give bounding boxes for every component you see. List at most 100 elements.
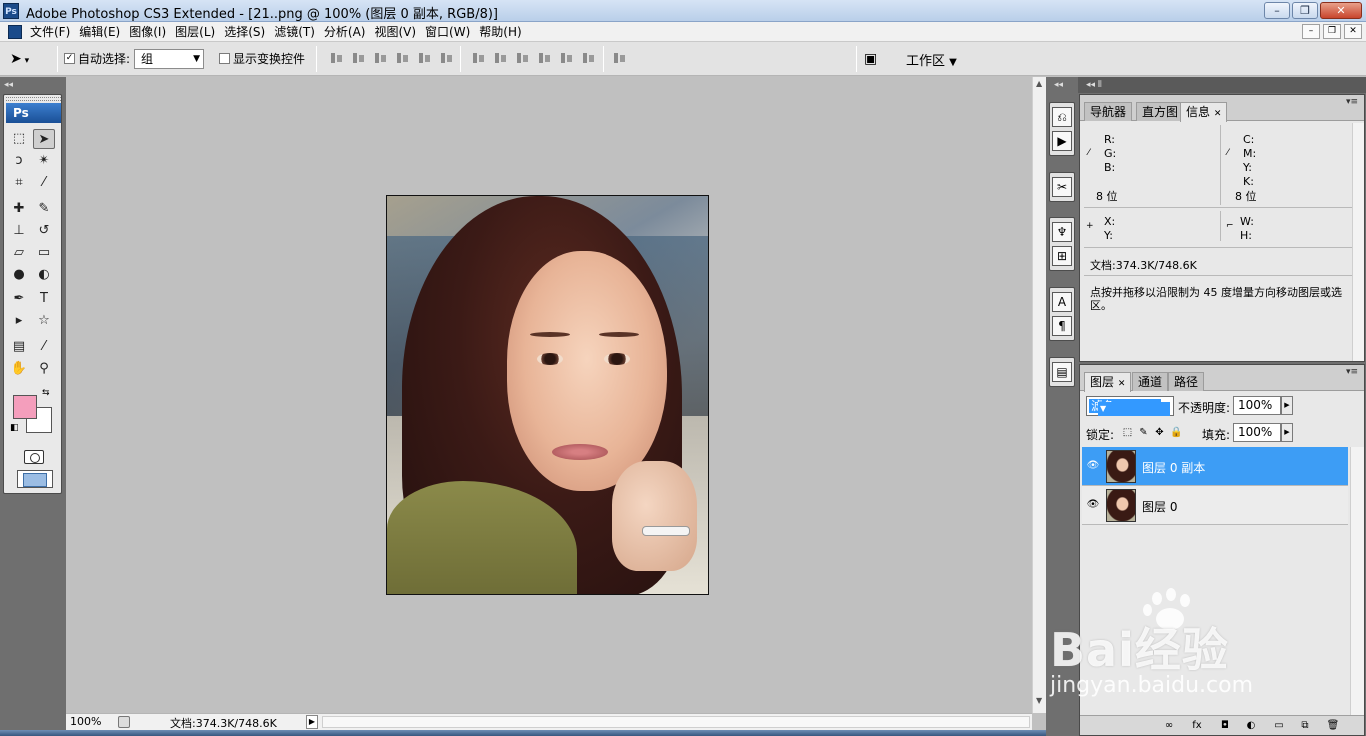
toolbox-grip[interactable] (6, 97, 61, 101)
document-minimize-button[interactable]: – (1302, 24, 1320, 39)
menu-item[interactable]: 文件(F) (30, 24, 79, 40)
opacity-slider-arrow-icon[interactable]: ▶ (1281, 396, 1293, 415)
slice-tool-icon[interactable]: ⁄ (33, 173, 55, 193)
blend-mode-dropdown[interactable]: 滤色 ▼ (1086, 396, 1174, 416)
shape-tool-icon[interactable]: ☆ (33, 311, 55, 331)
canvas-horizontal-scrollbar[interactable] (322, 716, 1030, 728)
document-system-menu-icon[interactable] (8, 25, 22, 39)
distribute-right-icon[interactable] (582, 51, 596, 65)
align-top-icon[interactable] (330, 51, 344, 65)
lock-all-icon[interactable]: 🔒 (1170, 427, 1182, 438)
menu-item[interactable]: 滤镜(T) (274, 24, 324, 40)
layer-name[interactable]: 图层 0 (1142, 498, 1177, 515)
notes-tool-icon[interactable]: ▤ (8, 337, 30, 357)
tab-layers[interactable]: 图层 ✕ (1084, 372, 1132, 392)
eyedropper-icon[interactable]: ⁄ (1088, 148, 1098, 158)
new-group-icon[interactable]: ▭ (1272, 719, 1286, 732)
collapse-icon[interactable]: ◂◂ (4, 80, 13, 90)
tab-channels[interactable]: 通道 (1132, 372, 1169, 391)
minimize-button[interactable]: – (1264, 2, 1290, 19)
align-horizontal-center-icon[interactable] (418, 51, 432, 65)
panel-menu-icon[interactable]: ▾≡ (1346, 367, 1358, 377)
lock-transparent-pixels-icon[interactable]: ⬚ (1122, 427, 1133, 438)
distribute-horizontal-center-icon[interactable] (560, 51, 574, 65)
clone-source-panel-icon[interactable]: ⊞ (1052, 246, 1072, 266)
character-panel-icon[interactable]: A (1052, 292, 1072, 312)
document-restore-button[interactable]: ❐ (1323, 24, 1341, 39)
close-icon[interactable]: ✕ (1118, 379, 1126, 389)
brushes-panel-icon[interactable]: ♆ (1052, 222, 1072, 242)
info-panel-scrollbar[interactable] (1352, 123, 1364, 361)
close-icon[interactable]: ✕ (1214, 109, 1222, 119)
layer-name[interactable]: 图层 0 副本 (1142, 459, 1205, 476)
tab-paths[interactable]: 路径 (1168, 372, 1205, 391)
eraser-tool-icon[interactable]: ▱ (8, 243, 30, 263)
bridge-icon[interactable]: ▣ (864, 49, 886, 69)
lasso-tool-icon[interactable]: ↄ (8, 151, 30, 171)
document-image[interactable] (386, 195, 709, 595)
swap-colors-icon[interactable]: ⇆ (42, 388, 50, 398)
menu-item[interactable]: 图层(L) (175, 24, 224, 40)
adjustment-layer-icon[interactable]: ◐ (1244, 719, 1258, 732)
layer-comps-panel-icon[interactable]: ▤ (1052, 362, 1072, 382)
distribute-vertical-center-icon[interactable] (494, 51, 508, 65)
status-menu-arrow-icon[interactable]: ▶ (306, 715, 318, 729)
panel-menu-icon[interactable]: ▾≡ (1346, 97, 1358, 107)
document-close-button[interactable]: ✕ (1344, 24, 1362, 39)
menu-item[interactable]: 帮助(H) (479, 24, 530, 40)
workspace-menu[interactable]: 工作区 ▼ (906, 50, 957, 69)
fill-field[interactable]: 100% (1233, 423, 1281, 442)
auto-align-layers-icon[interactable] (613, 51, 627, 65)
lock-position-icon[interactable]: ✥ (1154, 427, 1165, 438)
zoom-tool-icon[interactable]: ⚲ (33, 359, 55, 379)
menu-item[interactable]: 选择(S) (224, 24, 274, 40)
menu-item[interactable]: 编辑(E) (79, 24, 129, 40)
zoom-level[interactable]: 100% (70, 715, 101, 728)
menu-item[interactable]: 图像(I) (129, 24, 175, 40)
paragraph-panel-icon[interactable]: ¶ (1052, 316, 1072, 336)
layers-panel-scrollbar[interactable] (1350, 447, 1364, 715)
path-selection-tool-icon[interactable]: ▸ (8, 311, 30, 331)
panels-collapse-bar[interactable]: ◂◂ ⦀ (1078, 77, 1366, 93)
show-transform-checkbox[interactable] (219, 53, 230, 64)
eyedropper-tool-icon[interactable]: ⁄ (33, 337, 55, 357)
menu-item[interactable]: 分析(A) (324, 24, 375, 40)
clone-stamp-tool-icon[interactable]: ⊥ (8, 221, 30, 241)
canvas-vertical-scrollbar[interactable]: ▲ ▼ (1032, 77, 1046, 713)
distribute-top-icon[interactable] (472, 51, 486, 65)
tab-info[interactable]: 信息 ✕ (1180, 102, 1228, 122)
gradient-tool-icon[interactable]: ▭ (33, 243, 55, 263)
eye-icon[interactable]: 👁 (1086, 499, 1100, 511)
tool-preset-picker[interactable]: ➤ ▾ (10, 48, 52, 70)
auto-select-dropdown[interactable]: 组 ▼ (134, 49, 204, 69)
tool-presets-panel-icon[interactable]: ✂ (1052, 177, 1072, 197)
distribute-bottom-icon[interactable] (516, 51, 530, 65)
brush-tool-icon[interactable]: ✎ (33, 199, 55, 219)
align-vertical-center-icon[interactable] (352, 51, 366, 65)
align-left-icon[interactable] (396, 51, 410, 65)
blur-tool-icon[interactable]: ● (8, 265, 30, 285)
opacity-field[interactable]: 100% (1233, 396, 1281, 415)
crop-tool-icon[interactable]: ⌗ (8, 173, 30, 193)
default-colors-icon[interactable]: ◧ (10, 423, 19, 433)
align-right-icon[interactable] (440, 51, 454, 65)
zoom-preview-icon[interactable] (118, 716, 130, 728)
close-button[interactable]: ✕ (1320, 2, 1362, 19)
layer-row[interactable]: 👁 图层 0 (1082, 486, 1348, 525)
menu-item[interactable]: 窗口(W) (425, 24, 479, 40)
eyedropper-icon[interactable]: ⁄ (1227, 148, 1237, 158)
quick-mask-button[interactable] (24, 450, 44, 464)
new-layer-icon[interactable]: ⧉ (1298, 719, 1312, 732)
pen-tool-icon[interactable]: ✒ (8, 289, 30, 309)
history-panel-icon[interactable]: ⎌ (1052, 107, 1072, 127)
hand-tool-icon[interactable]: ✋ (8, 359, 30, 379)
delete-layer-icon[interactable]: 🗑 (1326, 719, 1340, 732)
fill-slider-arrow-icon[interactable]: ▶ (1281, 423, 1293, 442)
screen-mode-button[interactable] (17, 470, 53, 488)
tab-histogram[interactable]: 直方图 (1136, 102, 1185, 121)
add-mask-icon[interactable]: ◘ (1218, 719, 1232, 732)
align-bottom-icon[interactable] (374, 51, 388, 65)
layer-style-fx-icon[interactable]: fx (1190, 719, 1204, 732)
type-tool-icon[interactable]: T (33, 289, 55, 309)
marquee-tool-icon[interactable]: ⬚ (8, 129, 30, 149)
